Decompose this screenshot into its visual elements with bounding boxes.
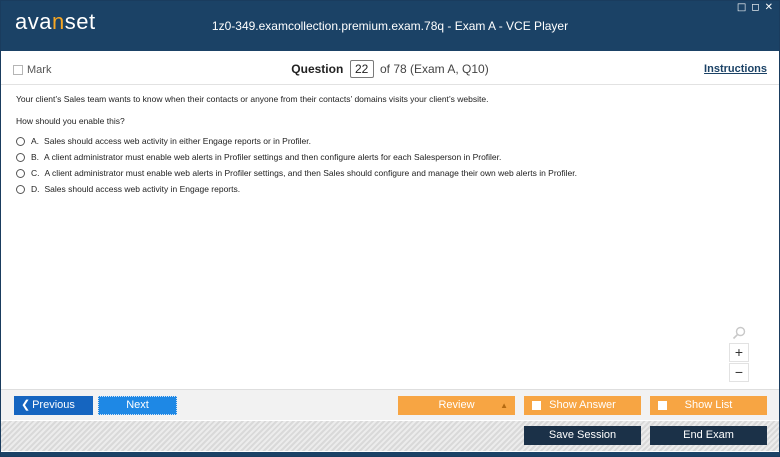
radio-button[interactable] (16, 136, 25, 146)
option-text: A client administrator must enable web a… (44, 152, 502, 162)
window-title: 1z0-349.examcollection.premium.exam.78q … (211, 19, 569, 33)
option-b[interactable]: B. A client administrator must enable we… (16, 149, 764, 165)
app-window: avanset 1z0-349.examcollection.premium.e… (0, 0, 780, 457)
answer-options: A. Sales should access web activity in e… (16, 133, 764, 197)
previous-button[interactable]: ❮ Previous (14, 396, 93, 415)
chevron-left-icon: ❮ (21, 399, 31, 411)
triangle-up-icon: ▲ (500, 401, 508, 410)
review-label: Review (438, 399, 475, 411)
title-bar: avanset 1z0-349.examcollection.premium.e… (1, 1, 779, 51)
option-text: Sales should access web activity in Enga… (44, 184, 241, 194)
checkbox-icon (532, 401, 541, 410)
option-text: A client administrator must enable web a… (44, 168, 577, 178)
end-exam-button[interactable]: End Exam (650, 426, 767, 445)
option-d[interactable]: D. Sales should access web activity in E… (16, 181, 764, 197)
question-text: Your client’s Sales team wants to know w… (16, 94, 489, 104)
radio-button[interactable] (16, 168, 25, 178)
question-body: Your client’s Sales team wants to know w… (1, 86, 779, 388)
next-button[interactable]: Next (98, 396, 177, 415)
restore-icon[interactable]: □ (737, 3, 746, 13)
option-letter: C. (31, 168, 40, 178)
maximize-icon[interactable]: ◻ (751, 3, 759, 13)
instructions-link[interactable]: Instructions (704, 63, 767, 75)
action-bar: Save Session End Exam (1, 421, 779, 451)
option-c[interactable]: C. A client administrator must enable we… (16, 165, 764, 181)
option-letter: A. (31, 136, 40, 146)
zoom-in-button[interactable]: + (729, 343, 749, 362)
search-icon (729, 326, 749, 342)
previous-label: Previous (32, 399, 75, 411)
bottom-border (1, 452, 779, 456)
show-answer-label: Show Answer (549, 399, 616, 411)
window-controls: □ ◻ ✕ (737, 3, 773, 13)
show-list-label: Show List (684, 399, 733, 411)
question-number-input[interactable]: 22 (349, 60, 374, 78)
checkbox-icon (658, 401, 667, 410)
review-button[interactable]: Review ▲ (398, 396, 515, 415)
save-session-button[interactable]: Save Session (524, 426, 641, 445)
option-letter: B. (31, 152, 40, 162)
navigation-bar: ❮ Previous Next Review ▲ Show Answer Sho… (1, 389, 779, 420)
radio-button[interactable] (16, 152, 25, 162)
question-total: of 78 (Exam A, Q10) (379, 62, 489, 76)
option-a[interactable]: A. Sales should access web activity in e… (16, 133, 764, 149)
option-text: Sales should access web activity in eith… (44, 136, 311, 146)
question-counter: Question 22 of 78 (Exam A, Q10) (1, 60, 779, 78)
zoom-out-button[interactable]: − (729, 363, 749, 382)
show-list-button[interactable]: Show List (650, 396, 767, 415)
radio-button[interactable] (16, 184, 25, 194)
option-letter: D. (31, 184, 40, 194)
question-header: Mark Question 22 of 78 (Exam A, Q10) Ins… (1, 53, 779, 85)
show-answer-button[interactable]: Show Answer (524, 396, 641, 415)
question-prompt: How should you enable this? (16, 116, 125, 126)
question-label: Question (291, 62, 344, 76)
zoom-controls: + − (729, 326, 749, 382)
close-icon[interactable]: ✕ (765, 3, 773, 13)
